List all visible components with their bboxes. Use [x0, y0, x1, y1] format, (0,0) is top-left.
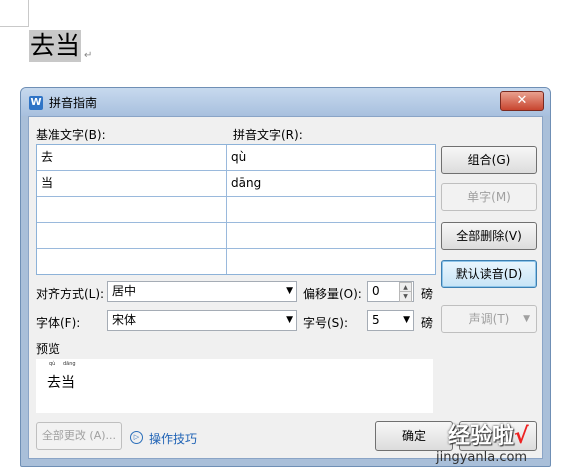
- size-unit: 磅: [421, 316, 434, 330]
- font-select-value: 宋体: [112, 313, 137, 327]
- pinyin-grid: 去 qù 当 dāng: [36, 144, 436, 275]
- align-label: 对齐方式(L):: [36, 287, 105, 301]
- single-char-button[interactable]: 单字(M): [441, 183, 537, 211]
- dialog-title: 拼音指南: [49, 96, 98, 110]
- offset-spinner[interactable]: 0 ▲ ▼: [367, 281, 414, 302]
- close-button[interactable]: ✕: [500, 91, 544, 111]
- size-label: 字号(S):: [303, 316, 349, 330]
- size-select[interactable]: 5 ▼: [367, 310, 414, 331]
- offset-unit: 磅: [421, 287, 434, 301]
- dialog-titlebar[interactable]: W 拼音指南 ✕: [21, 88, 550, 116]
- watermark-text: 经验啦: [448, 424, 515, 449]
- wps-writer-icon: W: [29, 96, 43, 110]
- chevron-down-icon: ▼: [523, 314, 530, 324]
- preview-ruby: qù: [49, 361, 56, 367]
- change-all-button[interactable]: 全部更改 (A)...: [36, 422, 122, 450]
- delete-all-button[interactable]: 全部删除(V): [441, 222, 537, 250]
- preview-text: 去当: [47, 375, 75, 391]
- paragraph-mark: ↵: [84, 50, 93, 61]
- align-select[interactable]: 居中 ▼: [107, 281, 297, 302]
- font-select[interactable]: 宋体 ▼: [107, 310, 297, 331]
- base-cell[interactable]: [37, 197, 227, 223]
- dialog-client-area: 基准文字(B): 拼音文字(R): 去 qù 当 dāng 组合(G) 单字(M…: [28, 116, 543, 459]
- watermark-url: jingyanla.com: [436, 450, 528, 465]
- combine-button[interactable]: 组合(G): [441, 146, 537, 174]
- chevron-down-icon: ▼: [403, 315, 410, 325]
- selected-document-text[interactable]: 去当: [29, 30, 82, 62]
- spin-down-icon[interactable]: ▼: [399, 291, 412, 302]
- align-select-value: 居中: [112, 284, 137, 298]
- watermark-logo: 经验啦√: [448, 418, 529, 450]
- tone-button[interactable]: 声调(T) ▼: [441, 305, 537, 333]
- pinyin-cell[interactable]: [227, 223, 435, 249]
- page-margin-corner-h: [0, 26, 29, 27]
- base-cell[interactable]: 当: [37, 171, 227, 197]
- preview-box: qù dāng 去当: [36, 359, 433, 413]
- size-select-value: 5: [372, 313, 380, 327]
- tips-link[interactable]: 操作技巧: [149, 430, 197, 447]
- base-text-label: 基准文字(B):: [36, 128, 106, 142]
- chevron-down-icon: ▼: [286, 315, 293, 325]
- page-margin-corner-v: [28, 0, 29, 26]
- preview-label: 预览: [36, 342, 61, 356]
- offset-label: 偏移量(O):: [303, 287, 362, 301]
- pinyin-cell[interactable]: qù: [227, 145, 435, 171]
- pinyin-cell[interactable]: [227, 197, 435, 223]
- preview-ruby: dāng: [63, 361, 76, 367]
- pinyin-text-label: 拼音文字(R):: [233, 128, 303, 142]
- base-cell[interactable]: [37, 249, 227, 274]
- offset-value: 0: [372, 284, 380, 298]
- ok-button[interactable]: 确定: [375, 421, 453, 451]
- pinyin-guide-dialog: W 拼音指南 ✕ 基准文字(B): 拼音文字(R): 去 qù 当 dāng 组…: [20, 87, 551, 467]
- checkmark-icon: √: [514, 424, 529, 449]
- pinyin-cell[interactable]: dāng: [227, 171, 435, 197]
- play-icon[interactable]: ▷: [130, 431, 143, 444]
- font-label: 字体(F):: [36, 316, 81, 330]
- pinyin-cell[interactable]: [227, 249, 435, 274]
- tone-button-label: 声调(T): [468, 312, 510, 326]
- chevron-down-icon: ▼: [286, 286, 293, 296]
- base-cell[interactable]: [37, 223, 227, 249]
- default-reading-button[interactable]: 默认读音(D): [441, 260, 537, 288]
- base-cell[interactable]: 去: [37, 145, 227, 171]
